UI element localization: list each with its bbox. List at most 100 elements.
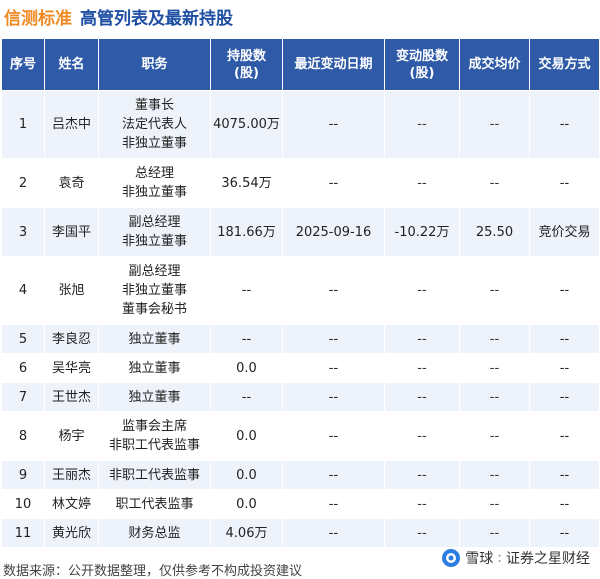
executive-name: 李良忍: [44, 324, 99, 354]
row-number: 5: [1, 324, 45, 354]
last-change-date: --: [282, 460, 385, 490]
last-change-date: 2025-09-16: [282, 207, 385, 257]
executive-positions: 副总经理 非独立董事: [98, 207, 211, 257]
column-header: 最近变动日期: [282, 38, 385, 91]
column-header: 序号: [1, 38, 45, 91]
last-change-date: --: [282, 489, 385, 519]
trade-method: --: [529, 353, 600, 383]
executive-positions: 独立董事: [98, 324, 211, 354]
shares-held: 4075.00万: [210, 90, 283, 159]
executive-name: 黄光欣: [44, 518, 99, 548]
trade-method: --: [529, 489, 600, 519]
executive-name: 李国平: [44, 207, 99, 257]
snowball-logo-icon: [442, 549, 461, 567]
table-row: 5 李良忍 独立董事 -- -- -- -- --: [1, 324, 600, 354]
row-number: 9: [1, 460, 45, 490]
watermark-account: 证券之星财经: [506, 551, 590, 567]
table-row: 6 吴华亮 独立董事 0.0 -- -- -- --: [1, 353, 600, 383]
average-price: --: [459, 158, 530, 208]
trade-method: --: [529, 460, 600, 490]
average-price: --: [459, 518, 530, 548]
table-row: 2 袁奇 总经理 非独立董事 36.54万 -- -- -- --: [1, 158, 600, 208]
shares-held: 0.0: [210, 489, 283, 519]
position-line: 非独立董事: [121, 136, 187, 151]
trade-method: --: [529, 382, 600, 412]
average-price: --: [459, 90, 530, 159]
shares-changed: --: [384, 324, 460, 354]
last-change-date: --: [282, 518, 385, 548]
executive-positions: 副总经理非独立董事董事会秘书: [98, 256, 211, 325]
trade-method: --: [529, 158, 600, 208]
position-line: 财务总监: [128, 525, 181, 541]
row-number: 8: [1, 411, 45, 461]
last-change-date: --: [282, 90, 385, 159]
average-price: --: [459, 382, 530, 412]
table-row: 9 王丽杰 非职工代表监事 0.0 -- -- -- --: [1, 460, 600, 490]
last-change-date: --: [282, 382, 385, 412]
column-header: 变动股数 (股): [384, 38, 460, 91]
executive-name: 杨宇: [44, 411, 99, 461]
table-row: 4 张旭 副总经理 非独立董事 董事会秘书 -- -- -- -- --: [1, 256, 600, 325]
row-number: 2: [1, 158, 45, 208]
shares-held: --: [210, 256, 283, 325]
row-number: 7: [1, 382, 45, 412]
shares-changed: --: [384, 382, 460, 412]
last-change-date: --: [282, 256, 385, 325]
executive-name: 王世杰: [44, 382, 99, 412]
last-change-date: --: [282, 411, 385, 461]
executive-name: 林文婷: [44, 489, 99, 519]
column-header: 职务: [98, 38, 211, 91]
shares-held: 0.0: [210, 460, 283, 490]
position-line: 非职工代表监事: [108, 438, 200, 453]
position-line: 董事会秘书: [121, 302, 187, 317]
average-price: --: [459, 411, 530, 461]
average-price: --: [459, 353, 530, 383]
column-header: 成交均价: [459, 38, 530, 91]
average-price: --: [459, 489, 530, 519]
watermark: 雪球 : 证券之星财经: [441, 548, 590, 568]
shares-held: 4.06万: [210, 518, 283, 548]
shares-changed: --: [384, 158, 460, 208]
trade-method: --: [529, 256, 600, 325]
last-change-date: --: [282, 353, 385, 383]
row-number: 11: [1, 518, 45, 548]
shares-held: 181.66万: [210, 207, 283, 257]
table-row: 1 吕杰中 董事长 法定代表人 非独立董事 4075.00万 -- -- -- --: [1, 90, 600, 159]
executive-positions: 职工代表监事: [98, 489, 211, 519]
position-line: 法定代表人: [121, 117, 187, 132]
table-body: 1 吕杰中 董事长 法定代表人 非独立董事 4075.00万 -- -- -- -- 2 袁奇 总经理非…: [1, 90, 600, 548]
shares-changed: --: [384, 460, 460, 490]
executive-name: 吴华亮: [44, 353, 99, 383]
shares-changed: --: [384, 90, 460, 159]
column-header: 交易方式: [529, 38, 600, 91]
executive-positions: 非职工代表监事: [98, 460, 211, 490]
shares-changed: --: [384, 353, 460, 383]
trade-method: --: [529, 324, 600, 354]
last-change-date: --: [282, 158, 385, 208]
average-price: --: [459, 460, 530, 490]
shares-held: 36.54万: [210, 158, 283, 208]
position-line: 副总经理: [128, 264, 181, 279]
average-price: --: [459, 324, 530, 354]
average-price: --: [459, 256, 530, 325]
table-row: 3 李国平 副总经理 非独立董事 181.66万 2025-09-16 -10.22万 25.…: [1, 207, 600, 257]
table-row: 7 王世杰 独立董事 -- -- -- -- --: [1, 382, 600, 412]
shares-changed: -10.22万: [384, 207, 460, 257]
table-row: 8 杨宇 监事会主席 非职工代表监事 0.0 -- -- -- --: [1, 411, 600, 461]
executives-table: 序号 姓名 职务 持股数 (股) 最近变动日期 变动股数 (股) 成交均价 交易方式…: [1, 38, 600, 548]
shares-held: --: [210, 382, 283, 412]
position-line: 董事长: [134, 98, 174, 113]
executive-positions: 独立董事: [98, 353, 211, 383]
trade-method: --: [529, 518, 600, 548]
position-line: 总经理: [134, 166, 174, 181]
executive-positions: 独立董事: [98, 382, 211, 412]
table-row: 11 黄光欣 财务总监 4.06万 -- -- -- --: [1, 518, 600, 548]
position-line: 监事会主席: [121, 419, 187, 434]
column-header: 姓名: [44, 38, 99, 91]
position-line: 非独立董事: [121, 283, 187, 298]
executive-name: 吕杰中: [44, 90, 99, 159]
company-name: 信测标准: [4, 8, 72, 29]
shares-changed: --: [384, 518, 460, 548]
table-header-row: 序号 姓名 职务 持股数 (股) 最近变动日期 变动股数 (股) 成交均价 交易方式: [1, 38, 600, 91]
executive-name: 王丽杰: [44, 460, 99, 490]
